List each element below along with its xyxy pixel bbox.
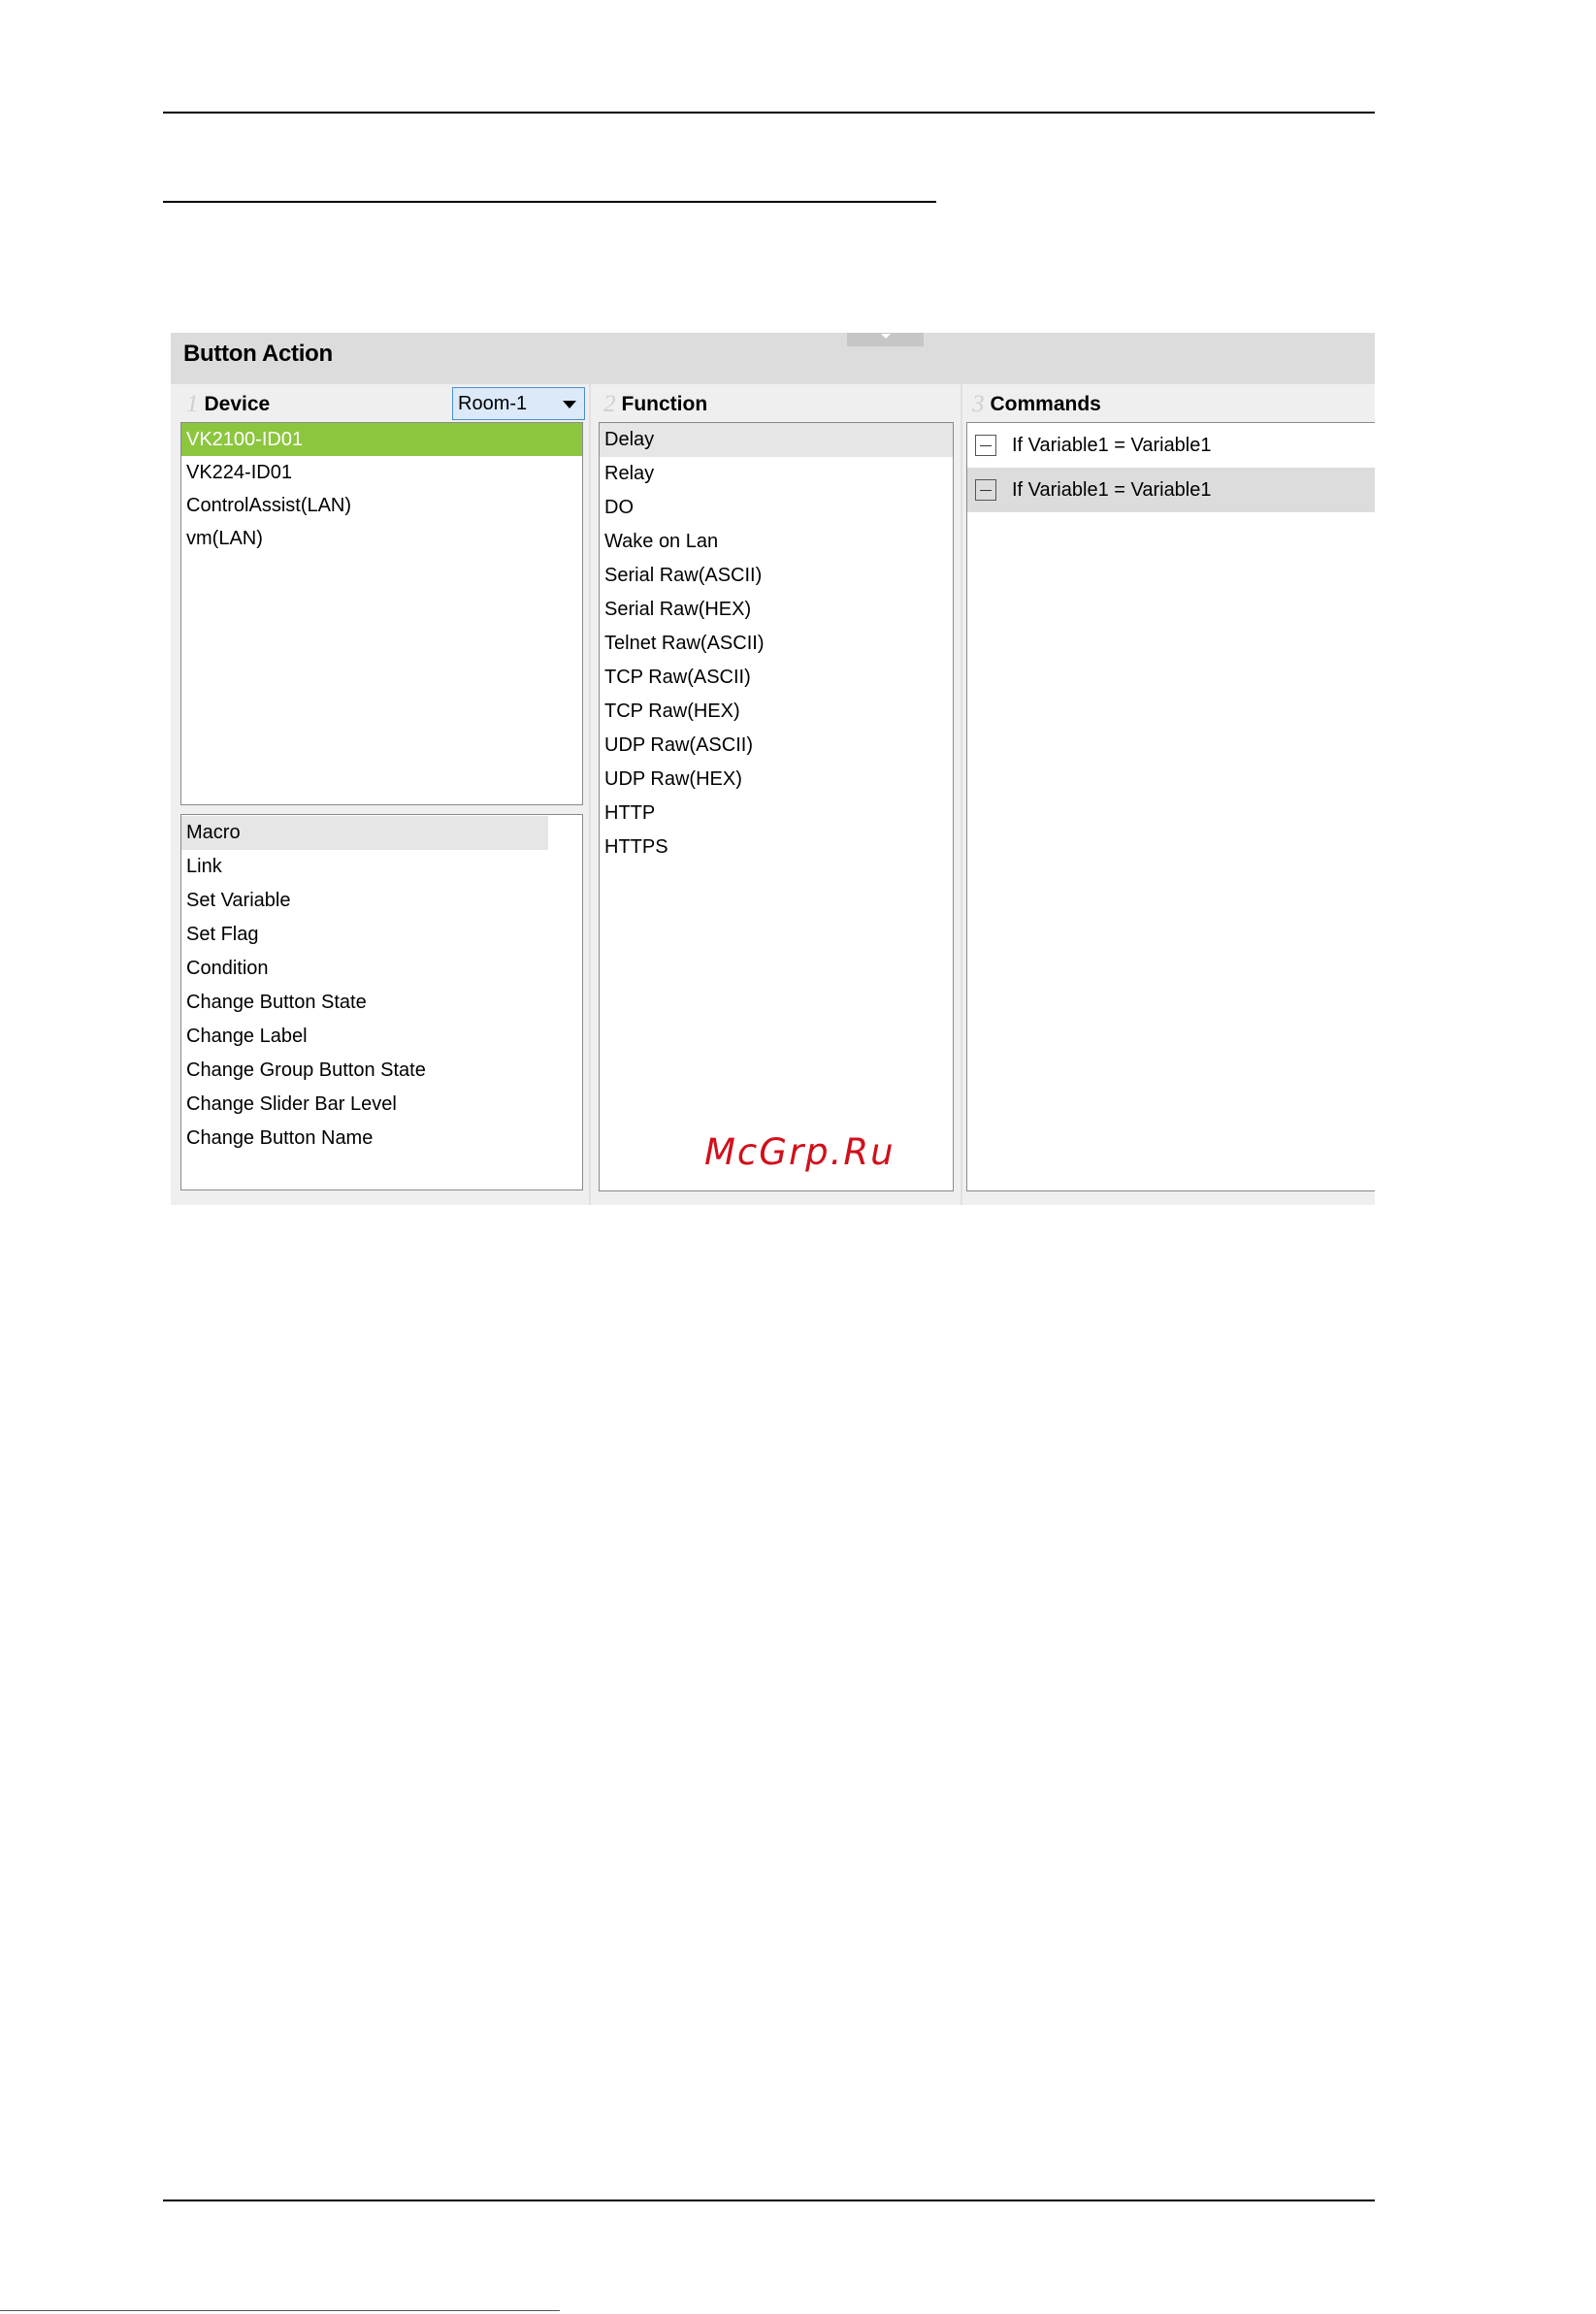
function-item[interactable]: UDP Raw(HEX) xyxy=(600,763,953,797)
action-list[interactable]: Macro Link Set Variable Set Flag Conditi… xyxy=(180,814,583,1190)
room-dropdown-value: Room-1 xyxy=(458,392,528,414)
function-item[interactable]: Telnet Raw(ASCII) xyxy=(600,627,953,661)
action-item[interactable]: Set Variable xyxy=(181,884,582,918)
function-item[interactable]: DO xyxy=(600,491,953,525)
command-label: If Variable1 = Variable1 xyxy=(1012,434,1212,456)
action-item[interactable]: Change Label xyxy=(181,1020,582,1054)
commands-header: 3 Commands xyxy=(972,390,1101,419)
function-list[interactable]: Delay Relay DO Wake on Lan Serial Raw(AS… xyxy=(599,422,954,1191)
device-item[interactable]: VK224-ID01 xyxy=(181,456,582,489)
device-label: Device xyxy=(204,393,271,415)
function-item[interactable]: Serial Raw(HEX) xyxy=(600,593,953,627)
panel-title: Button Action xyxy=(183,341,333,367)
command-label: If Variable1 = Variable1 xyxy=(1012,478,1212,501)
heading-underline xyxy=(163,201,936,203)
collapse-minus-icon[interactable] xyxy=(975,479,996,501)
function-item[interactable]: Wake on Lan xyxy=(600,525,953,559)
panel-header: Button Action xyxy=(171,333,1375,384)
commands-list[interactable]: If Variable1 = Variable1 If Variable1 = … xyxy=(966,422,1375,1191)
room-dropdown[interactable]: Room-1 xyxy=(452,387,585,420)
action-item[interactable]: Macro xyxy=(181,816,548,850)
action-item[interactable]: Condition xyxy=(181,952,582,986)
watermark-text: McGrp.Ru xyxy=(704,1131,896,1173)
function-item[interactable]: HTTPS xyxy=(600,831,953,864)
button-action-panel: Button Action 1 Device Room-1 VK2100-ID0… xyxy=(171,333,1375,1205)
collapse-minus-icon[interactable] xyxy=(975,435,996,456)
device-list[interactable]: VK2100-ID01 VK224-ID01 ControlAssist(LAN… xyxy=(180,422,583,805)
column-divider xyxy=(589,384,591,1205)
device-item[interactable]: vm(LAN) xyxy=(181,522,582,555)
device-header: 1 Device xyxy=(186,390,270,419)
column-divider xyxy=(961,384,962,1205)
function-item[interactable]: Relay xyxy=(600,457,953,491)
function-header: 2 Function xyxy=(603,390,707,419)
action-item[interactable]: Change Button State xyxy=(181,986,582,1020)
function-item[interactable]: Serial Raw(ASCII) xyxy=(600,559,953,593)
step-number: 2 xyxy=(603,391,616,417)
collapse-tab-icon[interactable] xyxy=(847,333,924,346)
function-item[interactable]: TCP Raw(HEX) xyxy=(600,695,953,729)
footer-rule xyxy=(0,2310,560,2311)
device-item[interactable]: ControlAssist(LAN) xyxy=(181,489,582,522)
commands-label: Commands xyxy=(990,393,1101,415)
command-row[interactable]: If Variable1 = Variable1 xyxy=(967,468,1375,512)
top-rule xyxy=(163,112,1375,114)
function-item[interactable]: UDP Raw(ASCII) xyxy=(600,729,953,763)
action-item[interactable]: Change Group Button State xyxy=(181,1054,582,1088)
step-number: 1 xyxy=(186,391,199,417)
bottom-rule xyxy=(163,2200,1375,2201)
function-label: Function xyxy=(621,393,708,415)
function-item[interactable]: TCP Raw(ASCII) xyxy=(600,661,953,695)
chevron-down-icon xyxy=(563,401,576,408)
action-item[interactable]: Change Slider Bar Level xyxy=(181,1088,582,1122)
device-item[interactable]: VK2100-ID01 xyxy=(181,423,582,456)
step-number: 3 xyxy=(972,391,985,417)
function-item[interactable]: HTTP xyxy=(600,797,953,831)
command-row[interactable]: If Variable1 = Variable1 xyxy=(967,423,1375,468)
action-item[interactable]: Link xyxy=(181,850,582,884)
function-item[interactable]: Delay xyxy=(600,423,953,457)
action-item[interactable]: Change Button Name xyxy=(181,1122,582,1156)
action-item[interactable]: Set Flag xyxy=(181,918,582,952)
